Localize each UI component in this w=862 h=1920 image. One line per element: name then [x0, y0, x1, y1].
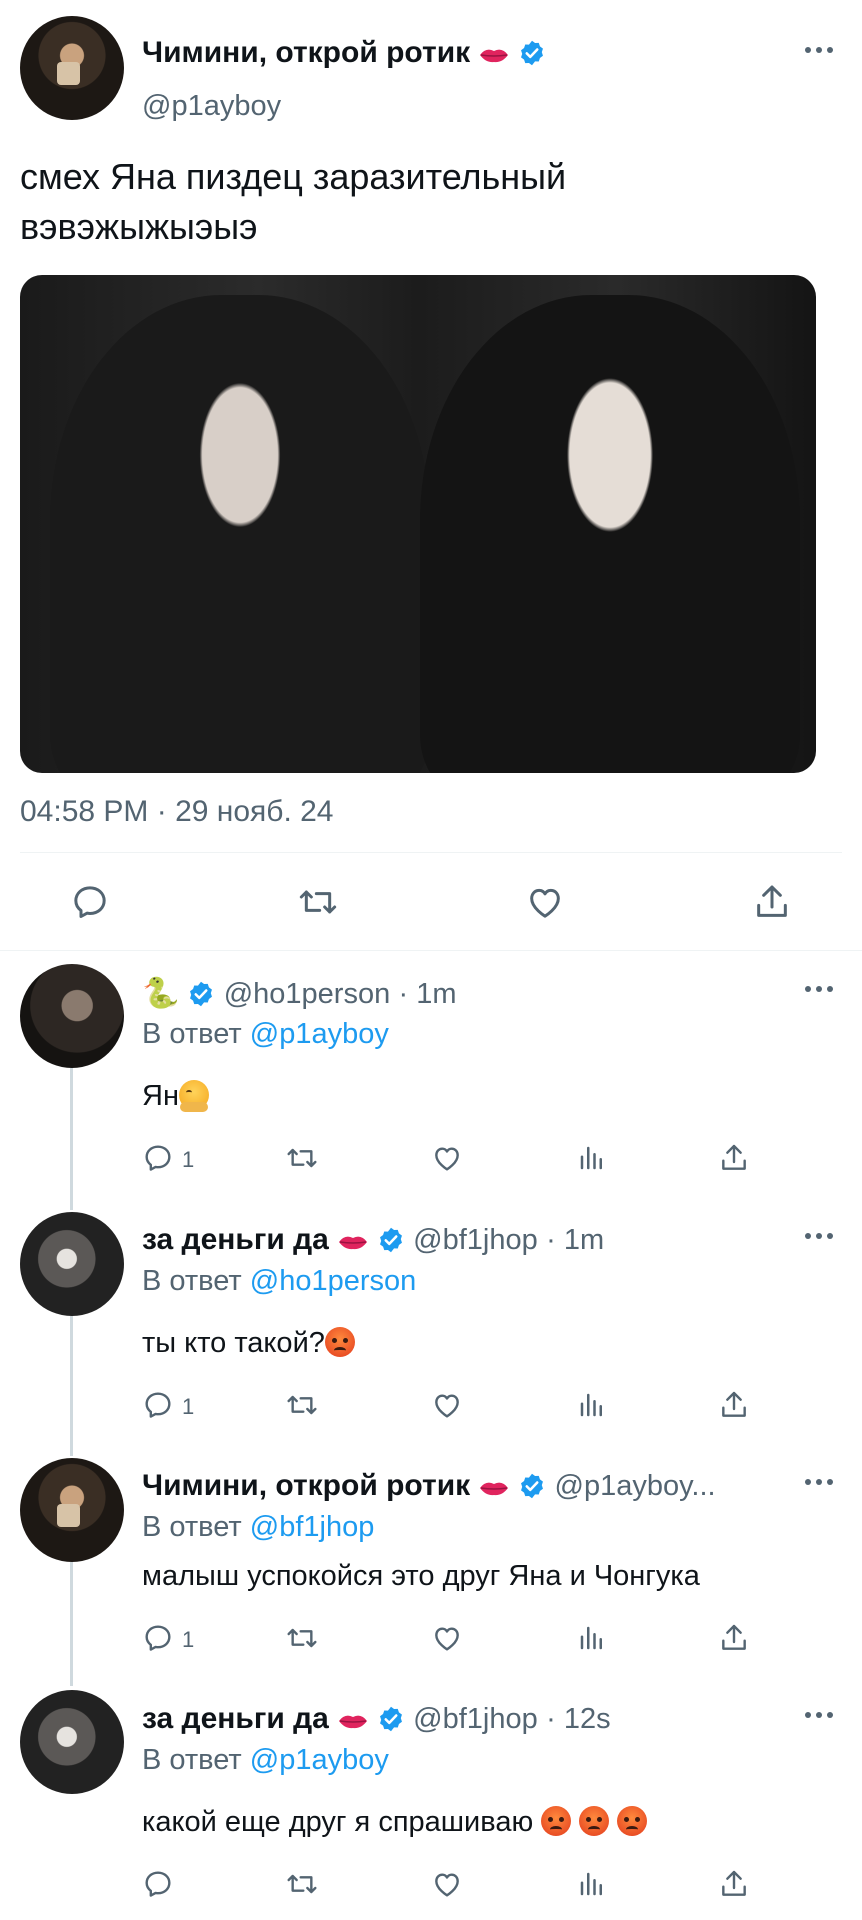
tweet-media-image[interactable]: [20, 275, 816, 773]
reply-to-line: В ответ @ho1person: [142, 1265, 416, 1298]
reply-prefix: В ответ: [142, 1511, 242, 1543]
hugging-face-emoji-icon: [178, 1080, 209, 1112]
angry-face-emoji-icon: [617, 1806, 648, 1836]
angry-face-emoji-icon: [541, 1806, 572, 1836]
like-icon[interactable]: [430, 1622, 464, 1654]
tweet-timestamp[interactable]: 04:58 PM · 29 нояб. 24: [20, 795, 334, 829]
reply-name[interactable]: за деньги да: [142, 1702, 329, 1735]
reply-text: какой еще друг я спрашиваю: [142, 1806, 648, 1839]
reply-handle[interactable]: @ho1person: [224, 978, 391, 1010]
reply-text: Ян: [142, 1080, 209, 1113]
more-options-icon[interactable]: [804, 1710, 834, 1720]
reply-icon[interactable]: [142, 1389, 174, 1421]
thread-connector: [70, 1068, 73, 1210]
lips-emoji-icon: [337, 1705, 369, 1739]
retweet-icon[interactable]: [284, 1389, 320, 1421]
author-name-row[interactable]: Чимини, открой ротик: [142, 36, 546, 73]
divider: [0, 950, 862, 951]
share-icon[interactable]: [752, 882, 792, 922]
reply-icon[interactable]: [70, 882, 110, 922]
reply-prefix: В ответ: [142, 1018, 242, 1050]
reply-icon[interactable]: [142, 1142, 174, 1174]
reply-avatar[interactable]: [20, 1212, 124, 1316]
reply-to-link[interactable]: @ho1person: [250, 1265, 417, 1297]
lips-emoji-icon: [478, 1472, 510, 1506]
retweet-icon[interactable]: [284, 1622, 320, 1654]
views-icon[interactable]: [577, 1622, 607, 1654]
reply-handle[interactable]: @p1ayboy...: [555, 1470, 716, 1502]
more-options-icon[interactable]: [804, 984, 834, 994]
reply-to-line: В ответ @p1ayboy: [142, 1744, 389, 1777]
like-icon[interactable]: [524, 882, 566, 922]
reply-count: 1: [182, 1394, 195, 1419]
views-icon[interactable]: [577, 1389, 607, 1421]
verified-badge-icon: [521, 40, 544, 66]
lips-emoji-icon: [478, 39, 510, 73]
reply-avatar[interactable]: [20, 1458, 124, 1562]
reply-to-link[interactable]: @p1ayboy: [250, 1744, 389, 1776]
reply-header[interactable]: Чимини, открой ротик @p1ayboy...: [142, 1469, 716, 1506]
tweet-text-line2: вэвэжыжыэыэ: [20, 206, 258, 247]
verified-badge-icon: [190, 981, 213, 1007]
reply-avatar[interactable]: [20, 964, 124, 1068]
media-person-right: [420, 295, 800, 773]
reply-to-line: В ответ @p1ayboy: [142, 1018, 389, 1051]
share-icon[interactable]: [718, 1142, 750, 1174]
tweet-text-line1: смех Яна пиздец заразительный: [20, 156, 567, 197]
more-options-icon[interactable]: [804, 1477, 834, 1487]
angry-face-emoji-icon: [579, 1806, 610, 1836]
retweet-icon[interactable]: [284, 1142, 320, 1174]
author-avatar[interactable]: [20, 16, 124, 120]
reply-header[interactable]: за деньги да @bf1jhop · 1m: [142, 1223, 604, 1260]
reply-prefix: В ответ: [142, 1265, 242, 1297]
author-handle[interactable]: @p1ayboy: [142, 90, 281, 123]
retweet-icon[interactable]: [284, 1868, 320, 1900]
more-options-icon[interactable]: [804, 45, 834, 55]
reply-avatar[interactable]: [20, 1690, 124, 1794]
reply-header[interactable]: за деньги да @bf1jhop · 12s: [142, 1702, 611, 1739]
thread-connector: [70, 1562, 73, 1686]
angry-face-emoji-icon: [324, 1327, 355, 1357]
reply-time[interactable]: · 12s: [546, 1703, 610, 1735]
reply-icon[interactable]: [142, 1622, 174, 1654]
reply-name[interactable]: 🐍: [142, 977, 179, 1010]
reply-handle[interactable]: @bf1jhop: [413, 1224, 538, 1256]
share-icon[interactable]: [718, 1622, 750, 1654]
reply-handle[interactable]: @bf1jhop: [413, 1703, 538, 1735]
more-options-icon[interactable]: [804, 1231, 834, 1241]
retweet-icon[interactable]: [296, 882, 340, 922]
reply-name[interactable]: за деньги да: [142, 1223, 329, 1256]
reply-count: 1: [182, 1147, 195, 1172]
verified-badge-icon: [379, 1227, 402, 1253]
like-icon[interactable]: [430, 1868, 464, 1900]
reply-time[interactable]: · 1m: [546, 1224, 604, 1256]
reply-prefix: В ответ: [142, 1744, 242, 1776]
reply-count: 1: [182, 1627, 195, 1652]
reply-header[interactable]: 🐍 @ho1person · 1m: [142, 976, 457, 1011]
reply-name[interactable]: Чимини, открой ротик: [142, 1469, 470, 1502]
media-person-left: [50, 295, 430, 773]
verified-badge-icon: [521, 1473, 544, 1499]
thread-connector: [70, 1316, 73, 1456]
reply-to-link[interactable]: @p1ayboy: [250, 1018, 389, 1050]
views-icon[interactable]: [577, 1142, 607, 1174]
reply-to-link[interactable]: @bf1jhop: [250, 1511, 375, 1543]
reply-icon[interactable]: [142, 1868, 174, 1900]
views-icon[interactable]: [577, 1868, 607, 1900]
reply-text: ты кто такой?: [142, 1327, 355, 1360]
lips-emoji-icon: [337, 1226, 369, 1260]
reply-time[interactable]: · 1m: [399, 978, 457, 1010]
share-icon[interactable]: [718, 1389, 750, 1421]
reply-to-line: В ответ @bf1jhop: [142, 1511, 374, 1544]
like-icon[interactable]: [430, 1142, 464, 1174]
divider: [20, 852, 842, 853]
verified-badge-icon: [379, 1706, 402, 1732]
reply-text: малыш успокойся это друг Яна и Чонгука: [142, 1560, 700, 1592]
share-icon[interactable]: [718, 1868, 750, 1900]
author-name[interactable]: Чимини, открой ротик: [142, 36, 470, 69]
like-icon[interactable]: [430, 1389, 464, 1421]
